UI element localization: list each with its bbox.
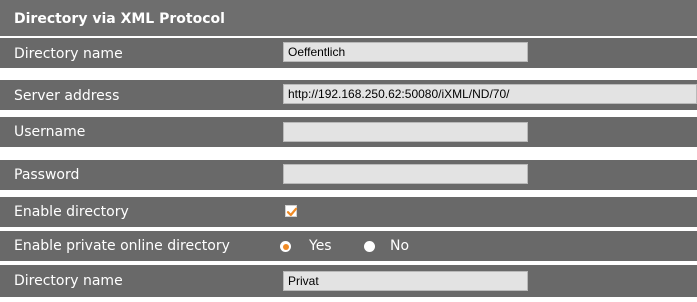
username-field[interactable] <box>283 122 528 142</box>
row-username: Username <box>0 117 697 147</box>
row-enable-directory: Enable directory <box>0 197 697 227</box>
enable-directory-checkbox[interactable] <box>285 205 298 217</box>
password-label: Password <box>14 167 80 183</box>
server-address-field[interactable]: http://192.168.250.62:50080/iXML/ND/70/ <box>283 84 697 104</box>
xml-directory-panel: Directory via XML Protocol Directory nam… <box>0 0 697 302</box>
row-server-address: Server address http://192.168.250.62:500… <box>0 80 697 110</box>
enable-directory-label: Enable directory <box>14 204 129 220</box>
private-directory-name-label: Directory name <box>14 273 123 289</box>
checkmark-icon <box>286 207 298 217</box>
radio-yes-label: Yes <box>309 238 332 254</box>
row-password: Password <box>0 160 697 190</box>
section-title: Directory via XML Protocol <box>14 11 225 27</box>
radio-yes[interactable] <box>280 241 291 252</box>
row-directory-name: Directory name Oeffentlich <box>0 38 697 68</box>
directory-name-label: Directory name <box>14 46 123 62</box>
directory-name-field[interactable]: Oeffentlich <box>283 42 528 62</box>
row-private-directory-name: Directory name Privat <box>0 265 697 297</box>
private-directory-name-field[interactable]: Privat <box>283 271 528 291</box>
enable-private-label: Enable private online directory <box>14 238 230 254</box>
server-address-label: Server address <box>14 88 120 104</box>
radio-no-label: No <box>390 238 410 254</box>
username-label: Username <box>14 124 86 140</box>
radio-no[interactable] <box>364 241 375 252</box>
section-header: Directory via XML Protocol <box>0 0 697 36</box>
row-enable-private: Enable private online directory Yes No <box>0 231 697 261</box>
password-field[interactable] <box>283 164 528 184</box>
